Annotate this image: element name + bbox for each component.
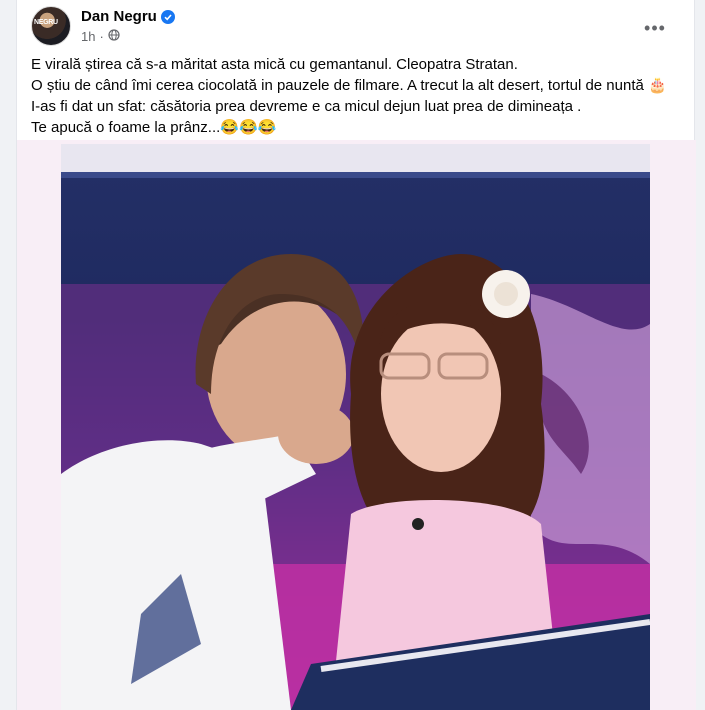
post-meta: 1h · [81,29,120,44]
globe-icon [108,29,120,44]
author-row: Dan Negru [81,8,175,25]
post-time[interactable]: 1h [81,29,95,44]
post-header: NEGRU Dan Negru 1h · ••• [31,6,671,50]
post-photo-container [17,140,696,710]
post-photo[interactable] [61,144,650,710]
avatar-tag: NEGRU [34,19,58,26]
post-text-line: O știu de când îmi cerea ciocolată in pa… [31,77,667,94]
more-options-icon[interactable]: ••• [639,14,671,42]
post-text-line: I-as fi dat un sfat: căsătoria prea devr… [31,98,582,115]
post-card: NEGRU Dan Negru 1h · ••• E virală știrea… [16,0,696,710]
author-avatar[interactable]: NEGRU [31,6,71,46]
post-text-line: E virală știrea că s-a măritat asta mică… [31,56,518,73]
post-text: E virală știrea că s-a măritat asta mică… [31,54,681,138]
post-text-line: Te apucă o foame la prânz...😂😂😂 [31,119,277,136]
verified-badge-icon [160,9,175,24]
photo-illustration [61,144,650,710]
author-name[interactable]: Dan Negru [81,8,157,25]
meta-separator: · [99,29,104,44]
